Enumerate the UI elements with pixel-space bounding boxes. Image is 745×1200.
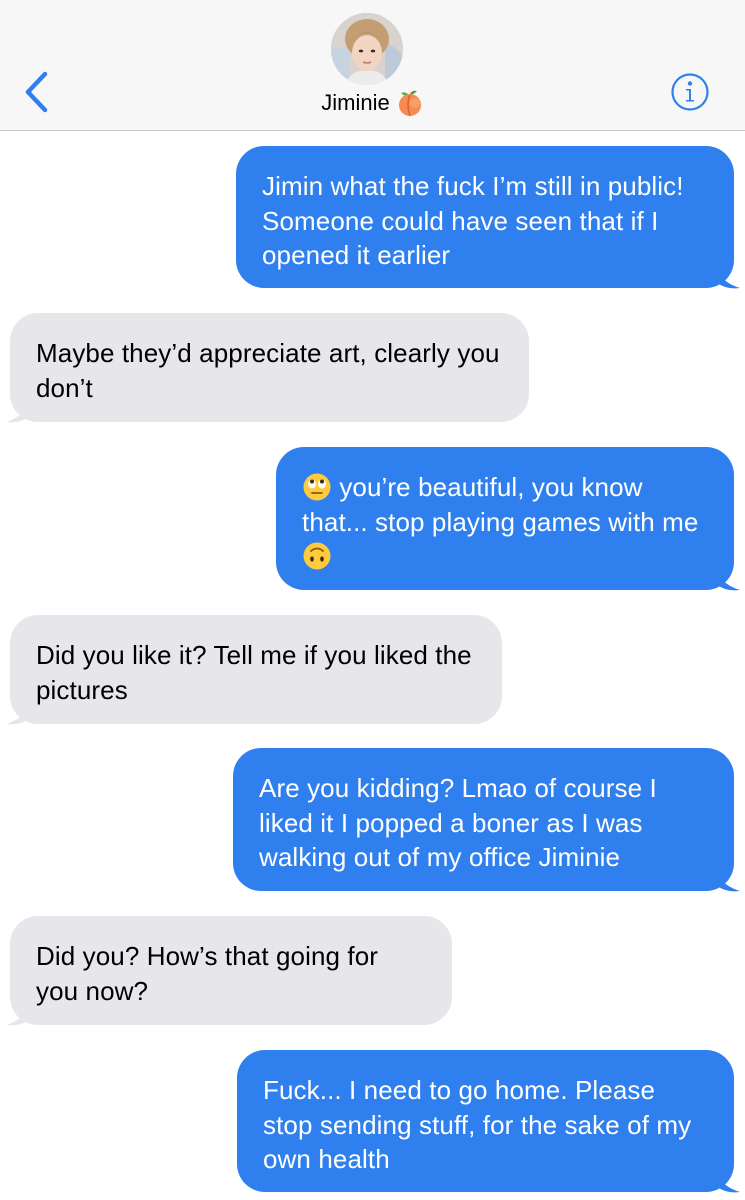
message-bubble-received[interactable]: Did you like it? Tell me if you liked th… bbox=[10, 615, 502, 724]
bubble-tail-received bbox=[6, 702, 30, 725]
message-text: Are you kidding? Lmao of course I liked … bbox=[259, 773, 657, 872]
bubble-tail-received bbox=[6, 400, 30, 423]
info-button[interactable] bbox=[670, 72, 710, 112]
message-bubble-sent[interactable]: you’re beautiful, you know that... stop … bbox=[276, 447, 734, 590]
bubble-tail-sent bbox=[716, 869, 740, 892]
avatar-portrait bbox=[331, 13, 403, 85]
message-text: Fuck... I need to go home. Please stop s… bbox=[263, 1075, 692, 1174]
message-text: Did you like it? Tell me if you liked th… bbox=[36, 640, 472, 705]
message-text: Maybe they’d appreciate art, clearly you… bbox=[36, 338, 500, 403]
contact-name-row[interactable]: Jiminie bbox=[0, 88, 745, 118]
contact-avatar[interactable] bbox=[331, 13, 403, 85]
contact-name: Jiminie bbox=[321, 90, 390, 115]
conversation-header: Jiminie bbox=[0, 0, 745, 131]
peach-icon bbox=[398, 90, 421, 117]
message-bubble-received[interactable]: Did you? How’s that going for you now? bbox=[10, 916, 452, 1025]
upside-down-face-emoji bbox=[303, 542, 331, 570]
message-bubble-sent[interactable]: Are you kidding? Lmao of course I liked … bbox=[233, 748, 734, 891]
bubble-tail-received bbox=[6, 1003, 30, 1026]
message-text: Jimin what the fuck I’m still in public!… bbox=[262, 171, 684, 270]
message-bubble-received[interactable]: Maybe they’d appreciate art, clearly you… bbox=[10, 313, 529, 422]
bubble-tail-sent bbox=[716, 568, 740, 591]
message-bubble-sent[interactable]: Fuck... I need to go home. Please stop s… bbox=[237, 1050, 734, 1192]
eye-roll-emoji bbox=[303, 473, 331, 501]
message-text: Did you? How’s that going for you now? bbox=[36, 941, 379, 1006]
message-text: you’re beautiful, you know that... stop … bbox=[302, 472, 699, 537]
bubble-tail-sent bbox=[716, 266, 740, 289]
info-icon bbox=[671, 73, 709, 111]
message-bubble-sent[interactable]: Jimin what the fuck I’m still in public!… bbox=[236, 146, 734, 288]
bubble-tail-sent bbox=[716, 1170, 740, 1193]
